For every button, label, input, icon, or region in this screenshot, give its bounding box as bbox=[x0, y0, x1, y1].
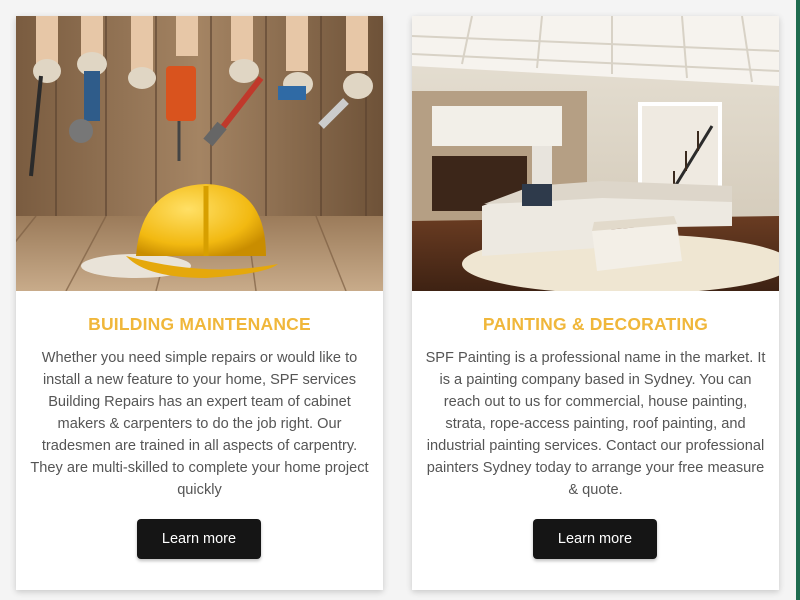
card-title: BUILDING MAINTENANCE bbox=[88, 314, 311, 334]
learn-more-button[interactable]: Learn more bbox=[137, 519, 261, 559]
service-card-building-maintenance: BUILDING MAINTENANCE Whether you need si… bbox=[16, 16, 383, 590]
card-title: PAINTING & DECORATING bbox=[482, 314, 709, 334]
card-description: Whether you need simple repairs or would… bbox=[30, 350, 369, 498]
card-description: SPF Painting is a professional name in t… bbox=[425, 350, 766, 498]
tools-helmet-image bbox=[16, 16, 383, 291]
service-card-painting-decorating: PAINTING & DECORATING SPF Painting is a … bbox=[412, 16, 779, 590]
page-edge-strip bbox=[796, 0, 800, 600]
learn-more-button[interactable]: Learn more bbox=[533, 519, 657, 559]
living-room-image bbox=[412, 16, 779, 291]
